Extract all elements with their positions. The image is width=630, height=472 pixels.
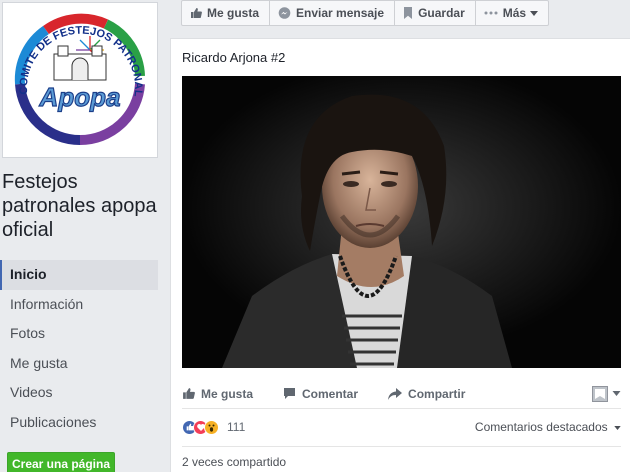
create-page-button[interactable]: Crear una página [7, 452, 115, 472]
post-photo[interactable] [182, 76, 621, 368]
page-action-bar: Me gusta Enviar mensaje Guardar Más [181, 0, 550, 26]
page-title[interactable]: Festejos patronales apopa oficial [2, 170, 162, 242]
post-like-button[interactable]: Me gusta [182, 387, 253, 401]
comment-icon [283, 387, 296, 400]
post-card: Ricardo Arjona #2 Me gusta Comentar Comp… [170, 38, 630, 472]
divider [182, 446, 621, 447]
send-message-button[interactable]: Enviar mensaje [269, 0, 396, 26]
post-actions: Me gusta Comentar Compartir [182, 379, 621, 409]
post-comment-label: Comentar [302, 386, 359, 401]
nav-item-informacion[interactable]: Información [0, 290, 158, 320]
post-text: Ricardo Arjona #2 [182, 50, 286, 65]
left-column: COMITE DE FESTEJOS PATRONALES Apopa Fest… [0, 0, 170, 472]
thumbs-up-icon [190, 7, 202, 19]
post-share-label: Compartir [408, 386, 466, 401]
like-page-label: Me gusta [207, 6, 260, 20]
messenger-icon [278, 6, 291, 20]
post-comment-button[interactable]: Comentar [283, 387, 358, 401]
page-logo: COMITE DE FESTEJOS PATRONALES Apopa [6, 6, 154, 154]
more-label: Más [502, 6, 527, 20]
post-share-button[interactable]: Compartir [388, 387, 465, 401]
profile-picture[interactable]: COMITE DE FESTEJOS PATRONALES Apopa [2, 2, 158, 158]
caret-down-icon [530, 10, 539, 16]
like-page-button[interactable]: Me gusta [181, 0, 271, 26]
save-button[interactable]: Guardar [394, 0, 476, 26]
share-icon [388, 387, 403, 400]
comments-sort-label: Comentarios destacados [474, 420, 608, 434]
bookmark-icon [403, 7, 413, 19]
thumbs-up-icon [182, 387, 195, 400]
more-button[interactable]: Más [474, 0, 550, 26]
nav-item-me-gusta[interactable]: Me gusta [0, 349, 158, 379]
svg-text:Apopa: Apopa [39, 82, 121, 112]
ellipsis-icon [484, 11, 498, 15]
caret-down-icon [612, 391, 621, 396]
page-nav: Inicio Información Fotos Me gusta Videos… [0, 260, 158, 437]
reactions-bar: 111 Comentarios destacados [182, 416, 621, 438]
comments-sort-dropdown[interactable]: Comentarios destacados [475, 420, 621, 434]
nav-item-inicio[interactable]: Inicio [0, 260, 158, 290]
send-message-label: Enviar mensaje [296, 6, 385, 20]
nav-item-videos[interactable]: Videos [0, 378, 158, 408]
select-reaction-identity-button[interactable] [592, 385, 621, 402]
reaction-count[interactable]: 111 [227, 420, 245, 434]
nav-item-fotos[interactable]: Fotos [0, 319, 158, 349]
page-avatar-icon [592, 385, 608, 402]
caret-down-icon [614, 425, 621, 430]
nav-item-publicaciones[interactable]: Publicaciones [0, 408, 158, 438]
wow-reaction-icon[interactable] [204, 419, 219, 435]
shares-count[interactable]: 2 veces compartido [182, 455, 286, 469]
save-label: Guardar [418, 6, 465, 20]
post-like-label: Me gusta [201, 386, 254, 401]
